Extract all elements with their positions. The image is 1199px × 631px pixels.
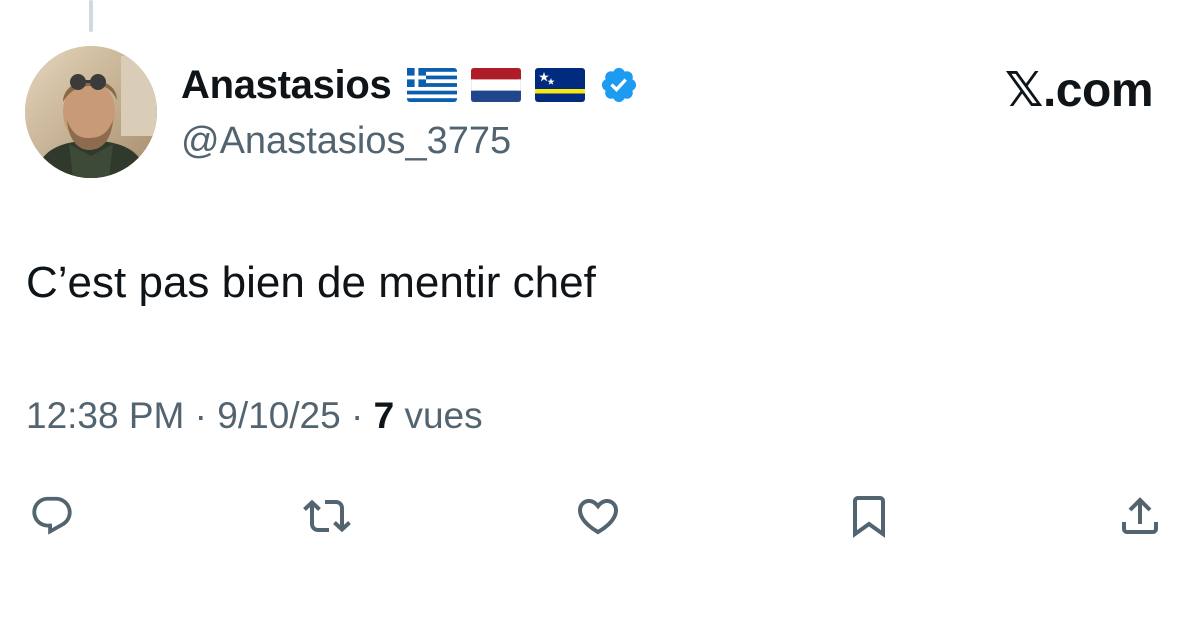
- verified-badge-icon[interactable]: [599, 65, 639, 105]
- tweet-time[interactable]: 12:38 PM: [26, 392, 184, 440]
- thread-connector-line: [89, 0, 93, 32]
- author-handle[interactable]: @Anastasios_3775: [181, 118, 511, 164]
- meta-separator: ·: [340, 395, 374, 436]
- tweet-text: C’est pas bien de mentir chef: [26, 258, 596, 307]
- reply-button[interactable]: [22, 486, 82, 546]
- reply-icon: [32, 496, 72, 535]
- author-display-name[interactable]: Anastasios: [181, 60, 392, 110]
- bookmark-icon: [853, 496, 885, 538]
- flag-greece-icon: [407, 68, 458, 102]
- share-icon: [1122, 497, 1158, 534]
- tweet-meta: 12:38 PM · 9/10/25 · 7 vues: [26, 392, 483, 440]
- repost-button[interactable]: [297, 486, 357, 546]
- flag-emoji-group: [407, 68, 586, 102]
- like-icon: [577, 499, 619, 535]
- meta-separator: ·: [184, 395, 218, 436]
- share-button[interactable]: [1110, 486, 1170, 546]
- flag-curacao-icon: [535, 68, 586, 102]
- author-name-row: Anastasios: [181, 60, 639, 110]
- views-count: 7: [373, 395, 395, 436]
- tweet-action-bar: [0, 486, 1199, 546]
- like-button[interactable]: [568, 486, 628, 546]
- repost-icon: [303, 499, 351, 533]
- avatar-photo: [25, 46, 157, 178]
- tweet-date[interactable]: 9/10/25: [217, 392, 340, 440]
- avatar[interactable]: [25, 46, 157, 178]
- bookmark-button[interactable]: [839, 486, 899, 546]
- views-label: vues: [394, 395, 483, 436]
- flag-netherlands-icon: [471, 68, 522, 102]
- brand-watermark: 𝕏.com: [1004, 64, 1154, 117]
